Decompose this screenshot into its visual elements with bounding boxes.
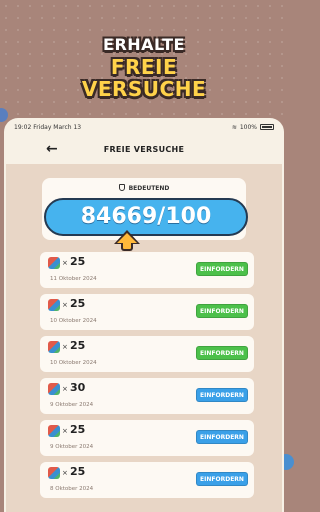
reward-amount: 25 (70, 465, 86, 478)
reward-date: 8 Oktober 2024 (50, 486, 94, 492)
multiplier-sign: × (62, 427, 68, 435)
reward-amount: 25 (70, 423, 86, 436)
reward-date: 11 Oktober 2024 (50, 276, 97, 282)
headline-line-2: FREIE (110, 55, 178, 79)
summary-card: BEDEUTEND 84669/100 (42, 178, 248, 251)
battery-percent: 100% (239, 123, 257, 131)
reward-amount: 25 (70, 339, 86, 352)
status-right: ≋ 100% (232, 124, 274, 131)
back-arrow-icon[interactable]: ← (46, 142, 58, 156)
battery-icon (260, 124, 274, 130)
content-panel: BEDEUTEND 84669/100 × 25 11 Oktober 2024… (6, 164, 282, 512)
multiplier-sign: × (62, 343, 68, 351)
claim-button[interactable]: EINFORDERN (196, 304, 248, 318)
device-screen: 19:02 Friday March 13 ≋ 100% ← FREIE VER… (4, 118, 284, 512)
reward-date: 9 Oktober 2024 (50, 444, 94, 450)
reward-amount: 30 (70, 381, 86, 394)
promo-headline: ERHALTE FREIE VERSUCHE (0, 34, 288, 100)
multiplier-sign: × (62, 259, 68, 267)
reward-row: × 25 11 Oktober 2024 EINFORDERN (40, 252, 254, 288)
dice-item-icon (48, 383, 60, 395)
claim-button[interactable]: EINFORDERN (196, 430, 248, 444)
shield-icon (118, 184, 125, 191)
summary-label-text: BEDEUTEND (128, 185, 170, 192)
reward-row: × 25 10 Oktober 2024 EINFORDERN (40, 294, 254, 330)
page-title: FREIE VERSUCHE (103, 144, 185, 154)
dice-item-icon (48, 425, 60, 437)
reward-amount: 25 (70, 297, 86, 310)
status-time-date: 19:02 Friday March 13 (14, 123, 82, 131)
summary-label: BEDEUTEND (42, 184, 246, 192)
claim-button[interactable]: EINFORDERN (196, 346, 248, 360)
dice-item-icon (48, 299, 60, 311)
reward-date: 9 Oktober 2024 (50, 402, 94, 408)
claim-button[interactable]: EINFORDERN (196, 472, 248, 486)
multiplier-sign: × (62, 301, 68, 309)
reward-row: × 25 8 Oktober 2024 EINFORDERN (40, 462, 254, 498)
dice-item-icon (48, 341, 60, 353)
reward-amount: 25 (70, 255, 86, 268)
multiplier-sign: × (62, 469, 68, 477)
wifi-icon: ≋ (231, 123, 237, 131)
attempts-counter: 84669/100 (44, 198, 248, 236)
dice-item-icon (48, 467, 60, 479)
reward-row: × 30 9 Oktober 2024 EINFORDERN (40, 378, 254, 414)
claim-button[interactable]: EINFORDERN (196, 388, 248, 402)
nav-bar: ← FREIE VERSUCHE (4, 136, 284, 162)
headline-line-1: ERHALTE (103, 35, 185, 54)
status-bar: 19:02 Friday March 13 ≋ 100% (4, 118, 284, 136)
claim-button[interactable]: EINFORDERN (196, 262, 248, 276)
reward-row: × 25 9 Oktober 2024 EINFORDERN (40, 420, 254, 456)
reward-date: 10 Oktober 2024 (50, 360, 97, 366)
reward-row: × 25 10 Oktober 2024 EINFORDERN (40, 336, 254, 372)
headline-line-3: VERSUCHE (81, 77, 207, 101)
reward-date: 10 Oktober 2024 (50, 318, 97, 324)
multiplier-sign: × (62, 385, 68, 393)
dice-item-icon (48, 257, 60, 269)
